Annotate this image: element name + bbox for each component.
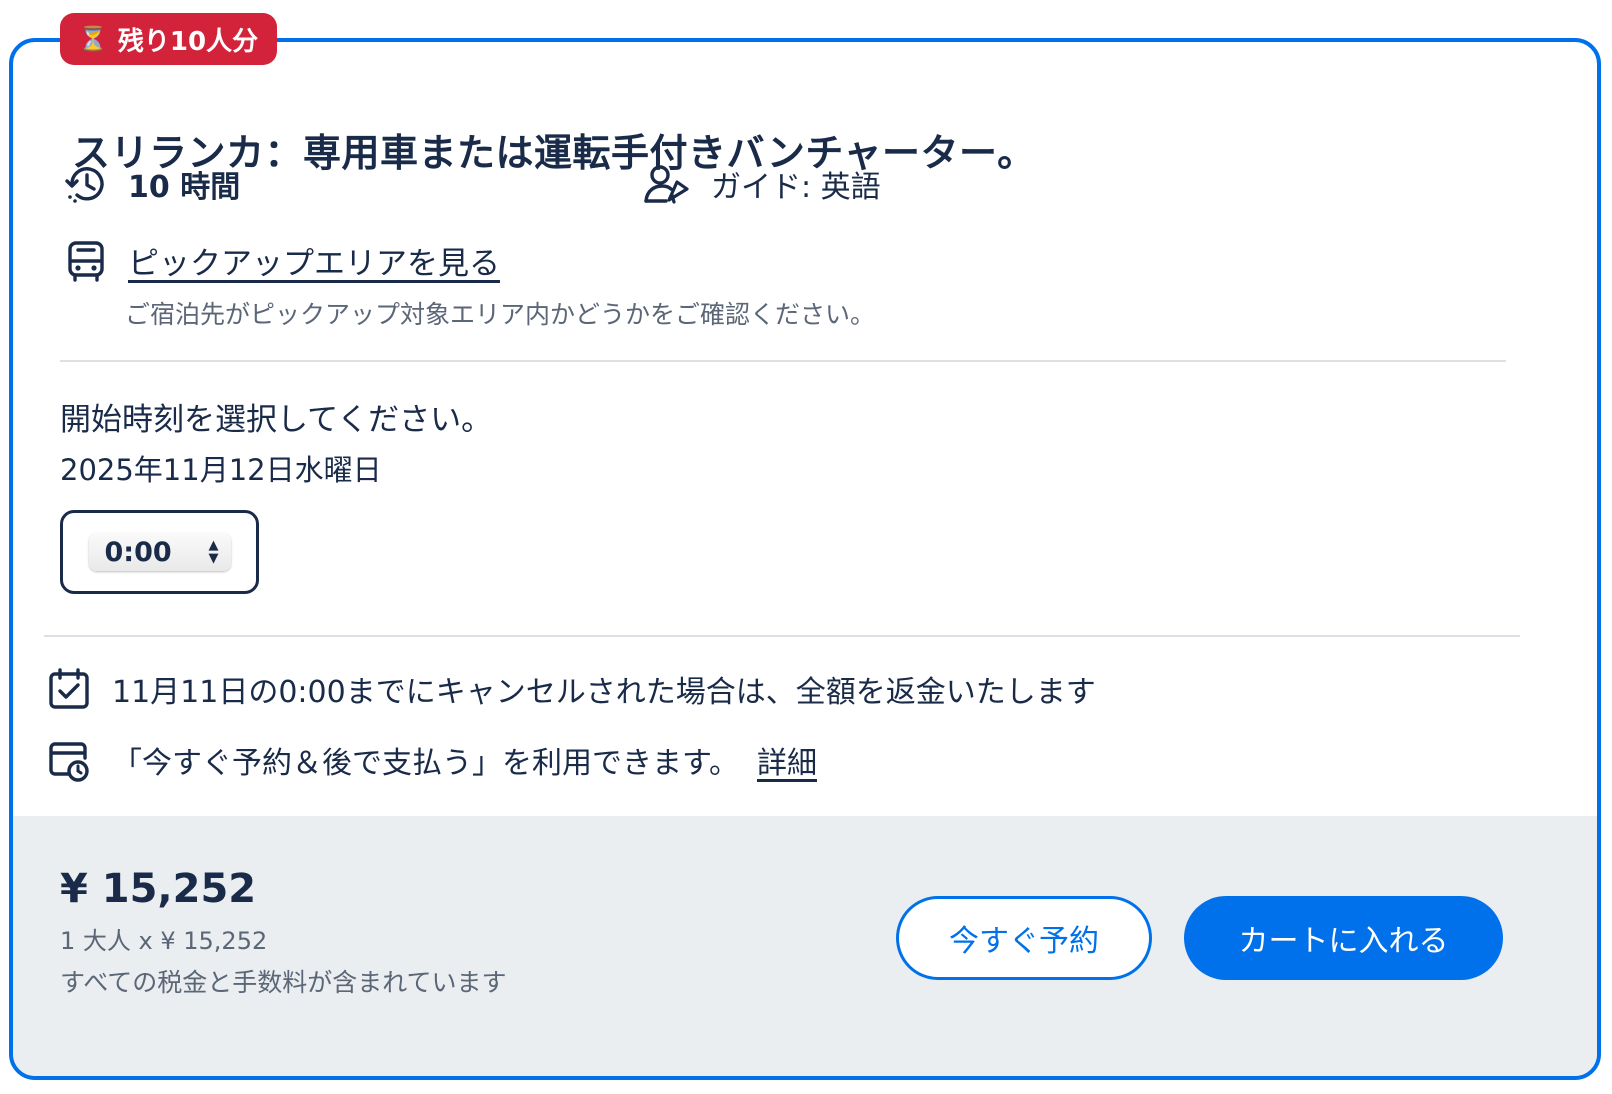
time-select[interactable]: 0:00 ▲ ▼ — [88, 533, 231, 571]
price-footer: ¥ 15,252 1 大人 x ¥ 15,252 すべての税金と手数料が含まれて… — [13, 816, 1597, 1076]
add-to-cart-button[interactable]: カートに入れる — [1184, 896, 1503, 980]
availability-badge: ⏳ 残り10人分 — [60, 13, 277, 65]
cancel-policy-text: 11月11日の0:00までにキャンセルされた場合は、全額を返金いたします — [112, 675, 1096, 710]
booking-card: スリランカ：専用車または運転手付きバンチャーター。 10 時間 ガイド: 英語 … — [9, 38, 1601, 1080]
selected-date: 2025年11月12日水曜日 — [60, 453, 382, 487]
pickup-feature: ピックアップエリアを見る — [66, 238, 500, 283]
time-select-box: 0:00 ▲ ▼ — [60, 510, 259, 594]
calendar-check-icon — [49, 668, 89, 709]
price-breakdown: 1 大人 x ¥ 15,252 — [60, 927, 268, 955]
duration-feature: 10 時間 — [64, 162, 240, 206]
calendar-clock-icon — [49, 742, 89, 782]
select-arrows-icon: ▲ ▼ — [208, 538, 219, 566]
time-value: 0:00 — [104, 536, 172, 568]
reserve-policy-text: 「今すぐ予約＆後で支払う」を利用できます。 — [112, 746, 739, 781]
cancel-policy: 11月11日の0:00までにキャンセルされた場合は、全額を返金いたします — [48, 667, 1096, 711]
guide-icon — [644, 165, 689, 204]
divider — [60, 360, 1506, 362]
total-price: ¥ 15,252 — [60, 866, 257, 912]
tax-note: すべての税金と手数料が含まれています — [60, 968, 507, 997]
availability-text: 残り10人分 — [117, 26, 259, 57]
hourglass-icon: ⏳ — [78, 25, 108, 53]
guide-feature: ガイド: 英語 — [643, 162, 881, 206]
start-time-prompt: 開始時刻を選択してください。 — [60, 402, 493, 438]
book-now-button[interactable]: 今すぐ予約 — [896, 896, 1152, 980]
details-link[interactable]: 詳細 — [757, 738, 817, 782]
pickup-subtext: ご宿泊先がピックアップ対象エリア内かどうかをご確認ください。 — [125, 300, 876, 329]
clock-history-icon — [65, 167, 104, 203]
bus-icon — [68, 240, 104, 282]
duration-text: 10 時間 — [128, 170, 241, 205]
guide-text: ガイド: 英語 — [711, 170, 881, 205]
reserve-policy: 「今すぐ予約＆後で支払う」を利用できます。 詳細 — [48, 738, 817, 782]
pickup-area-link[interactable]: ピックアップエリアを見る — [128, 238, 500, 283]
divider — [44, 635, 1520, 637]
